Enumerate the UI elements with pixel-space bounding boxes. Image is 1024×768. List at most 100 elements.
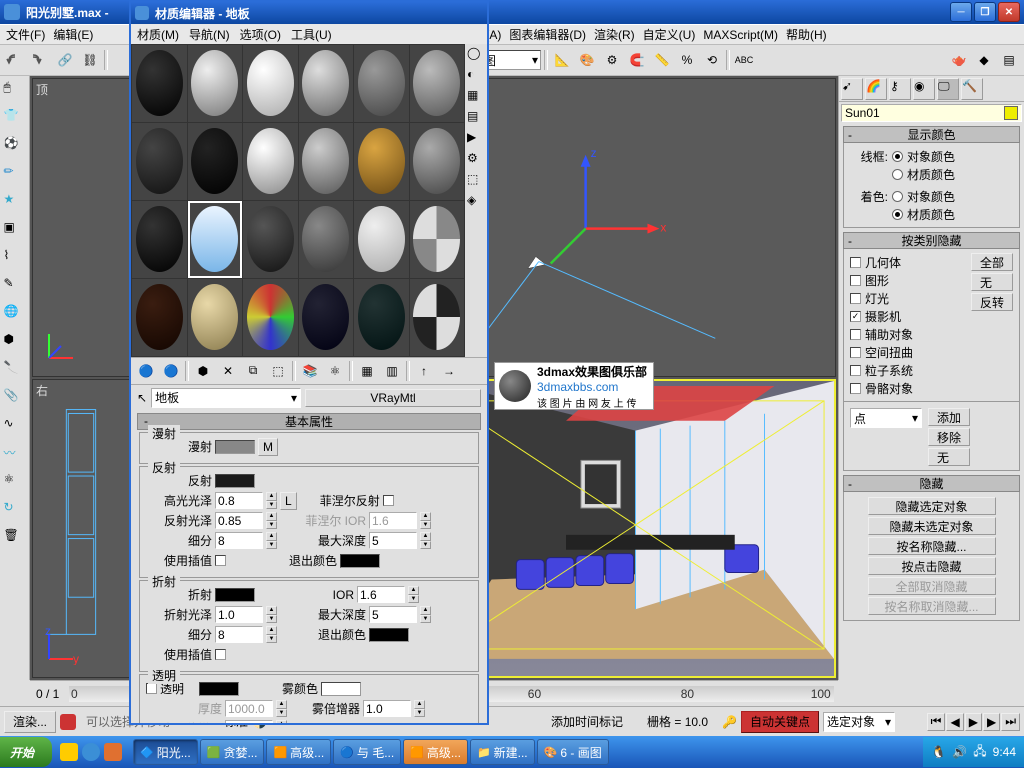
tray-vol-icon[interactable]: 🔊 [952,745,967,759]
go-parent-icon[interactable]: ↑ [413,360,435,382]
ref-gloss-spinner[interactable]: 0.85 [215,512,263,529]
mat-slot[interactable] [354,123,409,200]
tool-b-icon[interactable]: 🎨 [576,49,598,71]
go-sib-icon[interactable]: → [438,360,460,382]
mat-slot[interactable] [299,123,354,200]
menu-help[interactable]: 帮助(H) [786,26,827,43]
teapot-icon[interactable]: 🫖 [948,49,970,71]
wrap-icon[interactable]: ↻ [4,500,26,522]
hide-help-chk[interactable] [850,329,861,340]
undo-icon[interactable] [4,49,26,71]
mat-slot[interactable] [410,123,465,200]
play-icon[interactable]: ▶ [965,713,982,731]
reset-icon[interactable]: ✕ [217,360,239,382]
menu-custom[interactable]: 自定义(U) [643,26,696,43]
trans-swatch[interactable] [199,682,239,696]
fog-swatch[interactable] [321,682,361,696]
eff-icon[interactable]: ⚛ [324,360,346,382]
ql-ie-icon[interactable] [60,743,78,761]
ref-interp-chk[interactable] [215,555,226,566]
ref-depth-spinner[interactable]: 5 [369,532,417,549]
copy-icon[interactable]: ⧉ [242,360,264,382]
paint-icon[interactable]: ✏ [4,164,26,186]
refr-gloss-spinner[interactable]: 1.0 [215,606,263,623]
tshirt-icon[interactable]: 👕 [4,108,26,130]
task-item[interactable]: 📁新建... [470,739,535,765]
motion-tab-icon[interactable]: ◉ [913,78,935,100]
add-button[interactable]: 添加 [928,408,970,426]
none-button[interactable]: 无 [971,273,1013,291]
selobj-combo[interactable]: 选定对象▾ [823,712,895,732]
hide-click-button[interactable]: 按点击隐藏 [868,557,996,575]
shade-obj-radio[interactable] [892,191,903,202]
goto-end-icon[interactable]: ⏭ [1001,713,1020,731]
create-tab-icon[interactable]: ➹ [841,78,863,100]
invert-button[interactable]: 反转 [971,293,1013,311]
fresnel-chk[interactable] [383,495,394,506]
get-mat-icon[interactable]: 🔵 [135,360,157,382]
hierarchy-tab-icon[interactable]: ⚷ [889,78,911,100]
link-icon[interactable]: 🔗 [54,49,76,71]
mat-slot[interactable] [299,45,354,122]
show-map-icon[interactable]: ▦ [356,360,378,382]
put-mat-icon[interactable]: 🔵 [160,360,182,382]
minimize-button[interactable]: ─ [950,2,972,22]
mat-slot[interactable] [354,45,409,122]
menu-file[interactable]: 文件(F) [6,26,45,43]
mat-slot[interactable] [188,279,243,356]
mat-slot[interactable] [410,45,465,122]
prev-icon[interactable]: ◀ [946,713,963,731]
display-tab-icon[interactable]: 🖵 [937,78,959,100]
remove-button[interactable]: 移除 [928,428,970,446]
clip-icon[interactable]: 📎 [4,388,26,410]
fogmult-spinner[interactable]: 1.0 [363,700,411,717]
mat-slot[interactable] [132,123,187,200]
menu-edit[interactable]: 编辑(E) [53,26,93,43]
task-item[interactable]: 🟩贪婪... [200,739,265,765]
cursor-icon[interactable]: 🖱 [4,80,26,102]
hide-warp-chk[interactable] [850,347,861,358]
mat-type-button[interactable]: VRayMtl [305,389,481,407]
knife-icon[interactable]: 🔪 [4,360,26,382]
mat-slot[interactable] [243,123,298,200]
menu-maxscript[interactable]: MAXScript(M) [703,28,778,42]
assign-icon[interactable]: ⬢ [192,360,214,382]
ref-exit-swatch[interactable] [340,554,380,568]
ql-app-icon[interactable] [104,743,122,761]
cyl-icon[interactable]: ⬢ [4,332,26,354]
pick-icon[interactable]: ↖ [137,391,147,405]
task-item[interactable]: 🎨6 - 画图 [537,739,609,765]
trash-icon[interactable]: 🗑 [4,528,26,550]
mat-slot[interactable] [354,279,409,356]
all-button[interactable]: 全部 [971,253,1013,271]
shade-mat-radio[interactable] [892,209,903,220]
mat-slot[interactable] [299,201,354,278]
lock-icon[interactable]: 🔑 [722,715,737,729]
mat-slot[interactable] [132,201,187,278]
viewport-camera[interactable] [435,379,836,678]
mat-slot[interactable] [243,279,298,356]
refract-swatch[interactable] [215,588,255,602]
unhide-all-button[interactable]: 全部取消隐藏 [868,577,996,595]
mat-slot[interactable] [410,201,465,278]
opts-icon[interactable]: ⚙ [467,151,485,169]
put-lib-icon[interactable]: 📚 [299,360,321,382]
hide-geom-chk[interactable] [850,257,861,268]
snap-icon[interactable]: ⟲ [701,49,723,71]
hide-name-button[interactable]: 按名称隐藏... [868,537,996,555]
wire-obj-radio[interactable] [892,151,903,162]
angle-icon[interactable]: 📏 [651,49,673,71]
refr-sub-spinner[interactable]: 8 [215,626,263,643]
hide-unsel-button[interactable]: 隐藏未选定对象 [868,517,996,535]
hide-shape-chk[interactable] [850,275,861,286]
mat-slot[interactable] [188,45,243,122]
mat-slot[interactable] [410,279,465,356]
magnet-icon[interactable]: 🧲 [626,49,648,71]
tray-clock[interactable]: 9:44 [993,745,1016,759]
curve-icon[interactable]: ∿ [4,416,26,438]
hide-part-chk[interactable] [850,365,861,376]
refr-exit-swatch[interactable] [369,628,409,642]
maximize-button[interactable]: ❐ [974,2,996,22]
mat-slot[interactable] [243,45,298,122]
star-icon[interactable]: ★ [4,192,26,214]
